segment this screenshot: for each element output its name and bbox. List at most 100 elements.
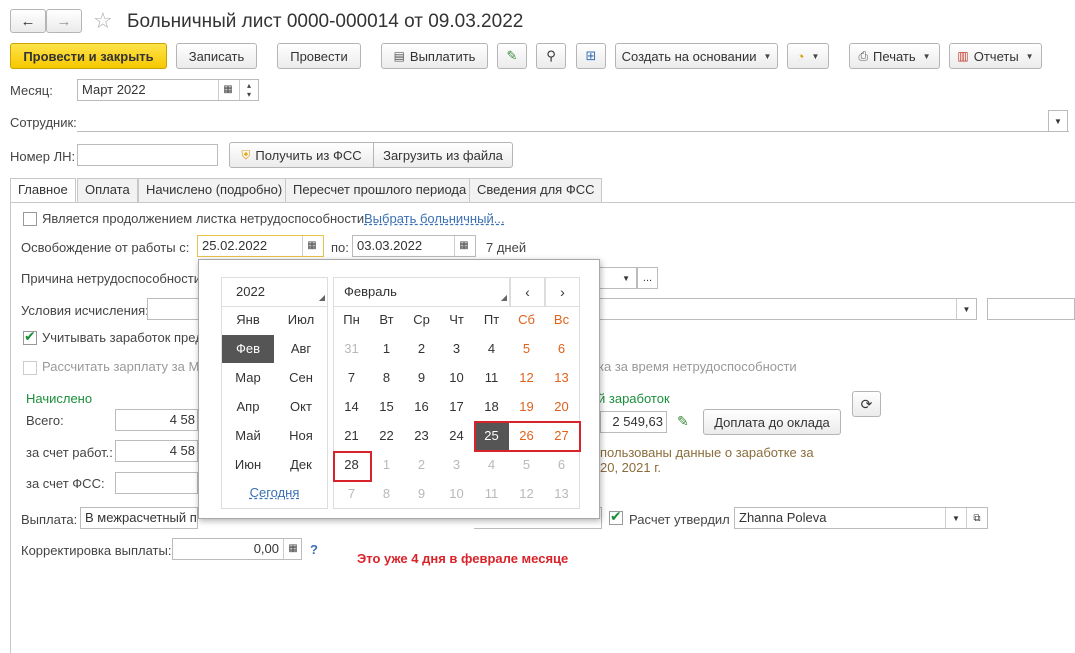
- post-and-close-button[interactable]: Провести и закрыть: [10, 43, 167, 69]
- forward-button[interactable]: →: [46, 9, 82, 33]
- day-cell[interactable]: 12: [509, 480, 544, 508]
- approver-open-icon[interactable]: ⧉: [966, 508, 987, 528]
- calendar-icon[interactable]: ▦: [454, 236, 473, 256]
- approver-dropdown-icon[interactable]: ▼: [945, 508, 966, 528]
- day-cell[interactable]: 9: [404, 364, 439, 392]
- tab-main[interactable]: Главное: [10, 178, 76, 203]
- payout-input[interactable]: В межрасчетный пе: [80, 507, 198, 529]
- tab-payment[interactable]: Оплата: [77, 178, 138, 202]
- day-cell[interactable]: 17: [439, 393, 474, 421]
- day-cell[interactable]: 14: [334, 393, 369, 421]
- day-cell[interactable]: 5: [509, 335, 544, 363]
- calc-salary-checkbox[interactable]: [23, 361, 37, 375]
- correction-input[interactable]: 0,00 ▦: [172, 538, 302, 560]
- reason-dropdown[interactable]: ▼: [600, 267, 637, 289]
- month-cell[interactable]: Апр: [222, 393, 274, 421]
- ln-input[interactable]: [77, 144, 218, 166]
- reason-select-button[interactable]: ...: [637, 267, 658, 289]
- day-cell[interactable]: 11: [474, 364, 509, 392]
- day-cell[interactable]: 8: [369, 480, 404, 508]
- calendar-icon[interactable]: ▦: [218, 80, 237, 100]
- conditions-extra-input[interactable]: [987, 298, 1075, 320]
- date-to-input[interactable]: 03.03.2022 ▦: [352, 235, 476, 257]
- day-cell[interactable]: 18: [474, 393, 509, 421]
- day-cell[interactable]: 6: [544, 451, 579, 479]
- load-from-file-button[interactable]: Загрузить из файла: [373, 142, 513, 168]
- post-button[interactable]: Провести: [277, 43, 361, 69]
- today-link[interactable]: Сегодня: [221, 485, 328, 500]
- day-cell[interactable]: 10: [439, 364, 474, 392]
- attach-button[interactable]: ⚲: [536, 43, 566, 69]
- day-cell[interactable]: 15: [369, 393, 404, 421]
- day-cell[interactable]: 4: [474, 335, 509, 363]
- year-field[interactable]: 2022 ◢: [221, 277, 328, 307]
- day-cell[interactable]: 24: [439, 422, 474, 450]
- day-cell[interactable]: 23: [404, 422, 439, 450]
- sign-button[interactable]: ✎: [497, 43, 527, 69]
- month-input[interactable]: Март 2022 ▦ ▴ ▾: [77, 79, 259, 101]
- day-cell[interactable]: 9: [404, 480, 439, 508]
- day-cell[interactable]: 4: [474, 451, 509, 479]
- next-month-button[interactable]: ›: [545, 277, 580, 307]
- day-cell[interactable]: 22: [369, 422, 404, 450]
- prev-month-button[interactable]: ‹: [510, 277, 545, 307]
- day-cell[interactable]: 1: [369, 335, 404, 363]
- calculator-icon[interactable]: ▦: [283, 539, 301, 559]
- employee-dropdown-icon[interactable]: ▼: [1048, 110, 1068, 132]
- back-button[interactable]: ←: [10, 9, 46, 33]
- month-cell[interactable]: Май: [222, 422, 274, 450]
- day-cell[interactable]: 2: [404, 451, 439, 479]
- day-cell[interactable]: 12: [509, 364, 544, 392]
- day-cell[interactable]: 1: [369, 451, 404, 479]
- employee-input[interactable]: [77, 110, 1069, 132]
- reports-button[interactable]: ▥ Отчеты ▼: [949, 43, 1042, 69]
- day-cell[interactable]: 6: [544, 335, 579, 363]
- day-cell[interactable]: 5: [509, 451, 544, 479]
- month-cell[interactable]: Июн: [222, 451, 274, 479]
- month-cell[interactable]: Ноя: [275, 422, 327, 450]
- month-cell[interactable]: Авг: [275, 335, 327, 363]
- consider-earnings-checkbox[interactable]: ✔: [23, 328, 37, 345]
- spin-icon[interactable]: ▴ ▾: [239, 80, 258, 100]
- day-cell[interactable]: 19: [509, 393, 544, 421]
- month-cell[interactable]: Окт: [275, 393, 327, 421]
- day-cell[interactable]: 21: [334, 422, 369, 450]
- create-based-button[interactable]: Создать на основании ▼: [615, 43, 778, 69]
- day-cell[interactable]: 7: [334, 480, 369, 508]
- topup-to-salary-button[interactable]: Доплата до оклада: [703, 409, 841, 435]
- clock-doc-button[interactable]: ◔ ▼: [787, 43, 829, 69]
- day-cell[interactable]: 13: [544, 480, 579, 508]
- edit-pencil-icon[interactable]: ✎: [677, 413, 689, 430]
- day-cell[interactable]: 11: [474, 480, 509, 508]
- day-cell[interactable]: 10: [439, 480, 474, 508]
- day-cell[interactable]: 7: [334, 364, 369, 392]
- day-cell[interactable]: 16: [404, 393, 439, 421]
- refresh-button[interactable]: ⟳: [852, 391, 881, 417]
- day-cell[interactable]: 20: [544, 393, 579, 421]
- day-cell[interactable]: 8: [369, 364, 404, 392]
- help-icon[interactable]: ?: [310, 542, 318, 557]
- calc-approved-checkbox[interactable]: ✔: [609, 508, 623, 525]
- day-cell[interactable]: 13: [544, 364, 579, 392]
- day-cell[interactable]: 2: [404, 335, 439, 363]
- structure-button[interactable]: ⊞: [576, 43, 606, 69]
- continuation-checkbox[interactable]: [23, 212, 37, 226]
- month-field[interactable]: Февраль ◢: [333, 277, 510, 307]
- day-cell[interactable]: 3: [439, 451, 474, 479]
- tab-recalc-previous[interactable]: Пересчет прошлого периода: [285, 178, 475, 202]
- month-cell[interactable]: Мар: [222, 364, 274, 392]
- conditions-dropdown-icon[interactable]: ▼: [956, 299, 976, 319]
- get-from-fss-button[interactable]: ⛨ Получить из ФСС: [229, 142, 374, 168]
- tab-fss-info[interactable]: Сведения для ФСС: [469, 178, 603, 202]
- calendar-icon[interactable]: ▦: [302, 236, 321, 256]
- print-button[interactable]: ⎙ Печать ▼: [849, 43, 940, 69]
- star-icon[interactable]: ☆: [93, 8, 113, 34]
- month-cell[interactable]: Дек: [275, 451, 327, 479]
- month-cell[interactable]: Сен: [275, 364, 327, 392]
- month-cell[interactable]: Фев: [222, 335, 274, 363]
- month-cell[interactable]: Янв: [222, 306, 274, 334]
- month-cell[interactable]: Июл: [275, 306, 327, 334]
- choose-sick-link[interactable]: Выбрать больничный...: [364, 211, 505, 226]
- day-cell[interactable]: 31: [334, 335, 369, 363]
- date-from-input[interactable]: 25.02.2022 ▦: [197, 235, 324, 257]
